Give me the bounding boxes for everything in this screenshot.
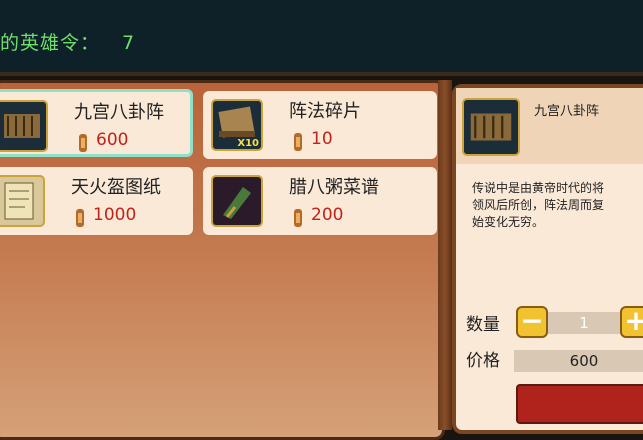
price-label: 价格 <box>466 351 500 371</box>
scroll-fragment-icon: X10 <box>211 99 263 151</box>
quantity-decrease-button[interactable]: − <box>516 306 548 338</box>
token-icon <box>294 209 302 227</box>
item-quantity-badge: X10 <box>237 138 259 149</box>
token-icon <box>76 209 84 227</box>
recipe-icon <box>211 175 263 227</box>
quantity-label: 数量 <box>466 315 500 335</box>
detail-description: 传说中是由黄帝时代的将 领风后所创，阵法周而复 始变化无穷。 <box>472 181 605 229</box>
quantity-increase-button[interactable]: + <box>620 306 643 338</box>
shop-item-price: 600 <box>96 130 129 150</box>
header-bar: 的英雄令： 7 <box>0 0 643 76</box>
shop-item-card[interactable]: 腊八粥菜谱 200 <box>203 167 437 235</box>
formation-scroll-icon <box>0 100 48 152</box>
buy-button[interactable] <box>516 384 643 424</box>
shop-item-price: 10 <box>311 129 333 149</box>
detail-header: 九宫八卦阵 <box>456 88 643 164</box>
formation-scroll-icon <box>462 98 520 156</box>
shop-item-panel: 九宫八卦阵 600 X10 阵法碎片 10 天火盔图纸 1000 腊八粥菜谱 2… <box>0 80 445 440</box>
total-price-value: 600 <box>514 350 643 372</box>
hero-token-count: 7 <box>122 32 136 54</box>
blueprint-icon <box>0 175 45 227</box>
shop-item-price: 1000 <box>93 205 137 225</box>
quantity-value[interactable]: 1 <box>548 312 620 334</box>
panel-divider <box>438 80 452 430</box>
shop-item-price: 200 <box>311 205 344 225</box>
detail-item-name: 九宫八卦阵 <box>534 104 600 119</box>
shop-item-card[interactable]: X10 阵法碎片 10 <box>203 91 437 159</box>
shop-item-name: 天火盔图纸 <box>71 177 161 198</box>
shop-item-card[interactable]: 九宫八卦阵 600 <box>0 89 193 157</box>
shop-item-name: 腊八粥菜谱 <box>289 177 379 198</box>
shop-item-name: 九宫八卦阵 <box>74 102 164 123</box>
shop-item-name: 阵法碎片 <box>289 101 361 122</box>
shop-item-card[interactable]: 天火盔图纸 1000 <box>0 167 193 235</box>
hero-token-display: 的英雄令： 7 <box>0 28 135 55</box>
item-detail-panel: 九宫八卦阵 传说中是由黄帝时代的将 领风后所创，阵法周而复 始变化无穷。 数量 … <box>452 84 643 434</box>
hero-token-label: 的英雄令： <box>0 32 101 54</box>
token-icon <box>79 134 87 152</box>
token-icon <box>294 133 302 151</box>
